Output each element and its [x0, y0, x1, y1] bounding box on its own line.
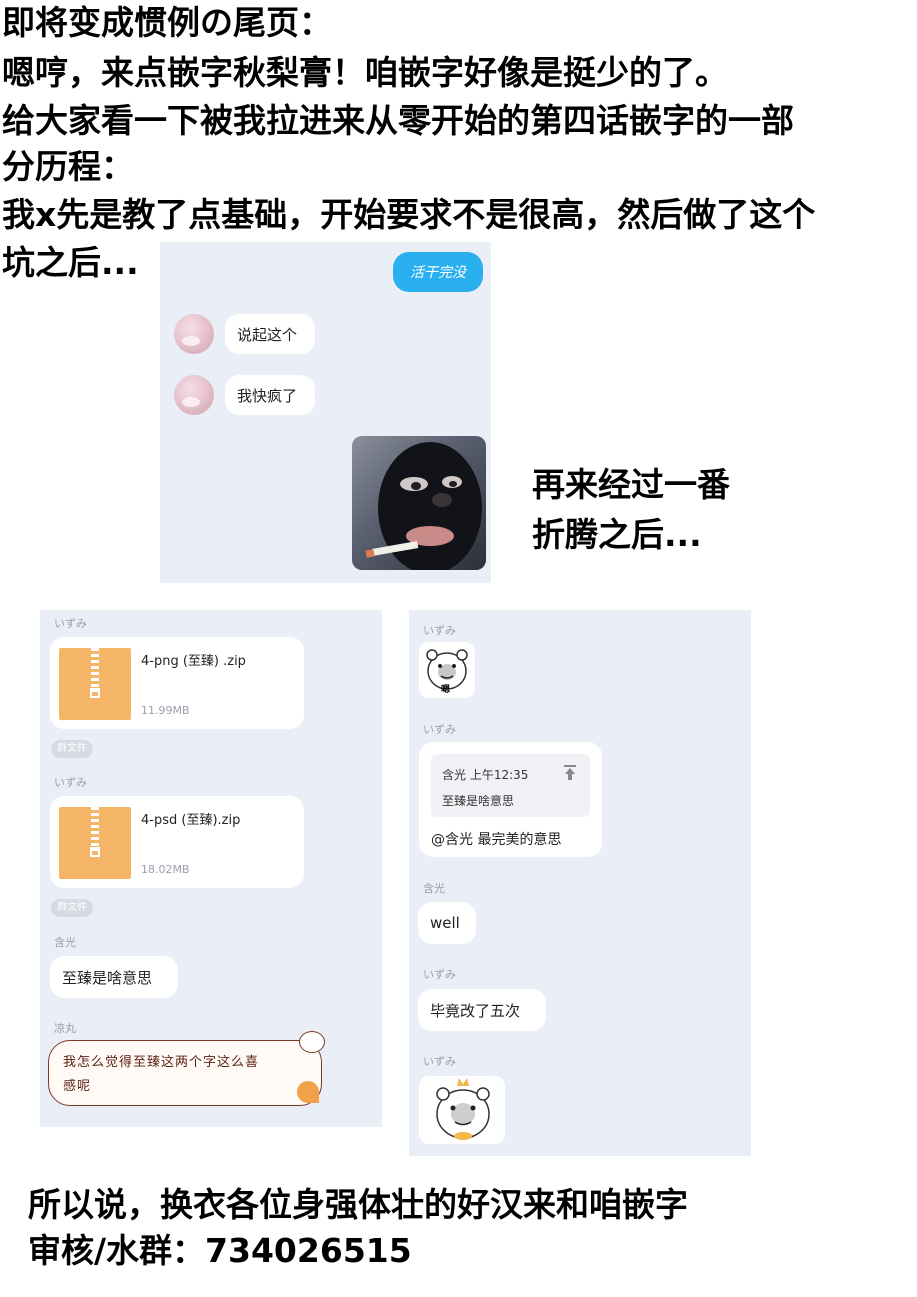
chat-message: 至臻是啥意思: [50, 956, 178, 998]
file-size: 18.02MB: [141, 863, 190, 876]
username: 含光: [54, 936, 76, 949]
cat-decoration-icon: [299, 1031, 325, 1053]
sent-bubble: 活干完没: [393, 252, 483, 292]
zip-file-icon: [59, 648, 131, 720]
chat-message-line: 我怎么觉得至臻这两个字这么喜: [63, 1055, 260, 1070]
quote-meta: 含光 上午12:35: [442, 768, 529, 782]
group-file-badge: 群文件: [51, 899, 93, 917]
leaf-decoration-icon: [297, 1081, 319, 1103]
chat-screenshot-2: いずみ 4-png (至臻) .zip 11.99MB 群文件 いずみ 4-ps…: [40, 610, 382, 1127]
chat-screenshot-1: 活干完没 说起这个 我快疯了: [160, 242, 491, 583]
chat-message: well: [418, 902, 476, 944]
footer-line-2: 审核/水群：734026515: [28, 1231, 412, 1270]
avatar: [174, 375, 214, 415]
header-line-5: 我x先是教了点基础，开始要求不是很高，然后做了这个: [2, 195, 816, 234]
chat-message: 我快疯了: [225, 375, 315, 415]
jump-to-top-icon[interactable]: [563, 765, 577, 781]
header-line-4: 分历程：: [2, 147, 134, 186]
group-file-badge: 群文件: [51, 740, 93, 758]
decorated-bubble: 我怎么觉得至臻这两个字这么喜 感呢: [48, 1031, 325, 1106]
file-size: 11.99MB: [141, 704, 190, 717]
footer-line-1: 所以说，换衣各位身强体壮的好汉来和咱嵌字: [28, 1185, 688, 1224]
username: いずみ: [54, 617, 87, 630]
username: いずみ: [54, 776, 87, 789]
username: いずみ: [423, 1055, 456, 1068]
quote-text: 至臻是啥意思: [442, 794, 515, 808]
header-line-6: 坑之后...: [2, 243, 139, 282]
sticker-caption: 嗯: [441, 685, 451, 695]
masked-face-photo-icon: [352, 436, 486, 570]
file-name: 4-psd (至臻).zip: [141, 813, 241, 828]
side-caption-line-2: 折腾之后...: [532, 515, 702, 554]
reply-message[interactable]: 含光 上午12:35 至臻是啥意思 @含光 最完美的意思: [419, 742, 602, 857]
avatar: [174, 314, 214, 354]
chat-screenshot-3: いずみ 嗯 いずみ 含光 上午12:35 至臻是啥意思 @含光 最完美的意思 含…: [409, 610, 751, 1156]
file-message[interactable]: 4-png (至臻) .zip 11.99MB: [50, 637, 304, 729]
username: 凉丸: [54, 1022, 76, 1035]
crowned-bear-sticker-icon: [419, 1076, 505, 1144]
username: いずみ: [423, 723, 456, 736]
username: いずみ: [423, 624, 456, 637]
chat-message-line: 感呢: [63, 1079, 92, 1094]
header-line-1: 即将变成惯例の尾页：: [2, 3, 332, 42]
bear-sticker-icon: 嗯: [419, 642, 475, 698]
quoted-message[interactable]: 含光 上午12:35 至臻是啥意思: [431, 754, 590, 817]
chat-message: 毕竟改了五次: [418, 989, 546, 1031]
chat-message: 说起这个: [225, 314, 315, 354]
header-line-2: 嗯哼，来点嵌字秋梨膏！咱嵌字好像是挺少的了。: [2, 53, 728, 92]
reply-text: @含光 最完美的意思: [431, 832, 562, 848]
header-line-3: 给大家看一下被我拉进来从零开始的第四话嵌字的一部: [2, 101, 794, 140]
file-message[interactable]: 4-psd (至臻).zip 18.02MB: [50, 796, 304, 888]
side-caption-line-1: 再来经过一番: [532, 465, 730, 504]
zip-file-icon: [59, 807, 131, 879]
username: 含光: [423, 882, 445, 895]
file-name: 4-png (至臻) .zip: [141, 654, 246, 669]
username: いずみ: [423, 968, 456, 981]
